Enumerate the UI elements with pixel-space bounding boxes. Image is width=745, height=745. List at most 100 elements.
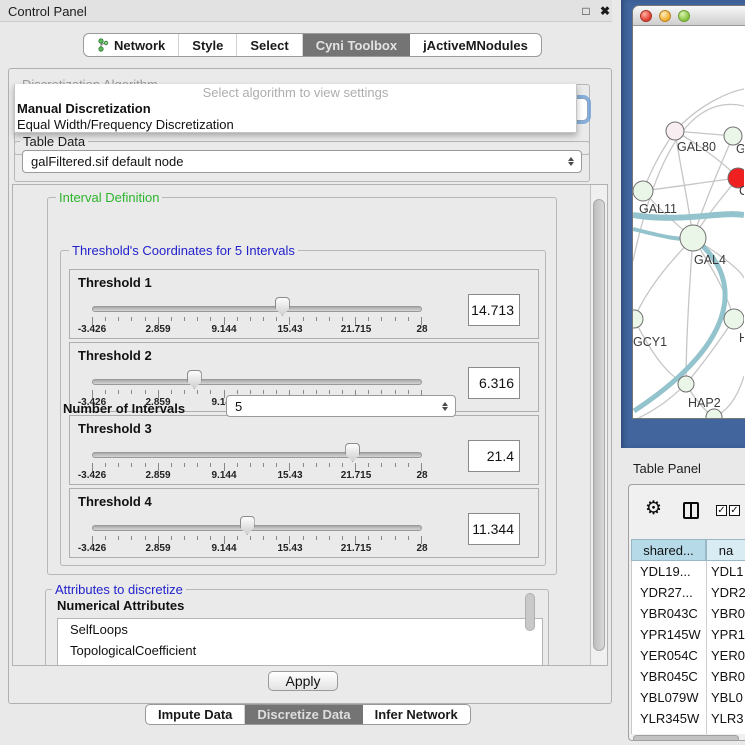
table-cell[interactable]: YER0: [707, 645, 745, 666]
threshold-slider-track[interactable]: [92, 379, 422, 385]
table-header-row: shared...na: [631, 539, 745, 561]
column-header-shared-[interactable]: shared...: [631, 539, 706, 561]
tab-label: jActiveMNodules: [423, 38, 528, 53]
table-row[interactable]: YDR27...YDR2: [632, 582, 745, 603]
threshold-value-box[interactable]: 11.344: [468, 513, 520, 545]
table-cell[interactable]: YBL0: [707, 687, 743, 708]
slider-thumb-icon[interactable]: [345, 443, 360, 462]
slider-thumb-icon[interactable]: [240, 516, 255, 535]
network-canvas[interactable]: GAL80GCGAL11GAL4GCY1HHAP2: [633, 26, 744, 418]
tick-label: 15.43: [277, 470, 302, 481]
network-window-titlebar[interactable]: [633, 6, 745, 26]
table-cell[interactable]: YDL19...: [632, 561, 707, 582]
attributes-to-discretize-group: Attributes to discretize Numerical Attri…: [45, 589, 549, 666]
table-cell[interactable]: YBR0: [707, 666, 745, 687]
tick-label: 2.859: [145, 324, 170, 335]
tab-network[interactable]: Network: [84, 34, 179, 56]
tab-style[interactable]: Style: [179, 34, 237, 56]
network-icon: [97, 38, 109, 52]
table-cell[interactable]: YBR045C: [632, 666, 707, 687]
number-of-intervals-combobox[interactable]: 5: [226, 395, 456, 417]
network-node-gal11[interactable]: [633, 181, 653, 201]
table-cell[interactable]: YIL0: [707, 729, 738, 734]
table-hscrollbar-track[interactable]: [631, 735, 744, 741]
table-row[interactable]: YER054CYER0: [632, 645, 745, 666]
list-item-selfloops[interactable]: SelfLoops: [58, 619, 542, 640]
columns-icon[interactable]: [683, 502, 699, 519]
checkbox-icon[interactable]: ✓: [729, 505, 740, 516]
table-row[interactable]: YBL079WYBL0: [632, 687, 745, 708]
bottom-tab-bar: Impute DataDiscretize DataInfer Network: [145, 704, 471, 725]
list-item-betweennesscentrality[interactable]: BetweennessCentrality: [58, 661, 542, 666]
minimize-traffic-light-icon[interactable]: [659, 10, 671, 22]
close-traffic-light-icon[interactable]: [640, 10, 652, 22]
attributes-to-discretize-label: Attributes to discretize: [52, 582, 186, 597]
slider-thumb-icon[interactable]: [275, 297, 290, 316]
table-row[interactable]: YBR043CYBR0: [632, 603, 745, 624]
tick-label: 2.859: [145, 543, 170, 554]
dropdown-option-manual-discretization[interactable]: Manual Discretization: [15, 101, 576, 117]
tab-discretize-data[interactable]: Discretize Data: [245, 705, 362, 724]
threshold-panel-1: Threshold 1-3.4262.8599.14415.4321.71528…: [69, 269, 539, 339]
number-of-intervals-label: Number of Intervals: [63, 401, 185, 416]
apply-button[interactable]: Apply: [268, 671, 338, 691]
table-cell[interactable]: YDR2: [707, 582, 745, 603]
settings-scrollbar-track[interactable]: [590, 185, 607, 665]
numerical-attributes-label: Numerical Attributes: [57, 598, 184, 613]
table-cell[interactable]: YDR27...: [632, 582, 707, 603]
gear-icon[interactable]: ⚙: [645, 497, 662, 520]
table-cell[interactable]: YBL079W: [632, 687, 707, 708]
table-cell[interactable]: YLR345W: [632, 708, 707, 729]
network-node-gal4[interactable]: [680, 225, 706, 251]
settings-scrollbar-thumb[interactable]: [593, 199, 605, 651]
tab-label: Network: [114, 38, 165, 53]
slider-thumb-icon[interactable]: [187, 370, 202, 389]
table-cell[interactable]: YPR145W: [632, 624, 707, 645]
list-item-topologicalcoefficient[interactable]: TopologicalCoefficient: [58, 640, 542, 661]
table-data-combobox[interactable]: galFiltered.sif default node: [22, 150, 582, 173]
table-cell[interactable]: YDL1: [707, 561, 744, 582]
table-cell[interactable]: YIL052C: [632, 729, 707, 734]
table-row[interactable]: YBR045CYBR0: [632, 666, 745, 687]
table-row[interactable]: YIL052CYIL0: [632, 729, 745, 734]
table-cell[interactable]: YPR1: [707, 624, 745, 645]
attributes-list-scrollbar[interactable]: [525, 593, 535, 631]
network-graph: GAL80GCGAL11GAL4GCY1HHAP2: [633, 26, 744, 418]
float-window-icon[interactable]: □: [578, 3, 594, 19]
network-view-window[interactable]: GAL80GCGAL11GAL4GCY1HHAP2: [632, 5, 745, 419]
tab-impute-data[interactable]: Impute Data: [146, 705, 245, 724]
threshold-value-box[interactable]: 6.316: [468, 367, 520, 399]
close-icon[interactable]: ✖: [597, 3, 613, 19]
table-cell[interactable]: YER054C: [632, 645, 707, 666]
threshold-slider-track[interactable]: [92, 525, 422, 531]
tab-cyni-toolbox[interactable]: Cyni Toolbox: [303, 34, 410, 56]
network-node[interactable]: [706, 409, 722, 418]
table-hscrollbar-thumb[interactable]: [633, 735, 739, 741]
column-header-na[interactable]: na: [706, 539, 745, 561]
zoom-traffic-light-icon[interactable]: [678, 10, 690, 22]
threshold-value-box[interactable]: 21.4: [468, 440, 520, 472]
dropdown-option-equal-width-frequency[interactable]: Equal Width/Frequency Discretization: [15, 117, 576, 133]
network-node-hap2[interactable]: [678, 376, 694, 392]
numerical-attributes-list[interactable]: SelfLoopsTopologicalCoefficientBetweenne…: [57, 618, 543, 666]
checkbox-icon[interactable]: ✓: [716, 505, 727, 516]
network-node-gcy1[interactable]: [633, 310, 643, 328]
threshold-slider-track[interactable]: [92, 306, 422, 312]
threshold-value-box[interactable]: 14.713: [468, 294, 520, 326]
table-row[interactable]: YPR145WYPR1: [632, 624, 745, 645]
table-cell[interactable]: YLR3: [707, 708, 744, 729]
table-cell[interactable]: YBR0: [707, 603, 745, 624]
control-panel-titlebar: Control Panel □ ✖: [0, 0, 620, 22]
tab-select[interactable]: Select: [237, 34, 302, 56]
table-row[interactable]: YLR345WYLR3: [632, 708, 745, 729]
tick-label: -3.426: [78, 324, 106, 335]
tick-label: 28: [416, 470, 427, 481]
threshold-slider-track[interactable]: [92, 452, 422, 458]
tab-infer-network[interactable]: Infer Network: [363, 705, 470, 724]
table-row[interactable]: YDL19...YDL1: [632, 561, 745, 582]
tick-label: 2.859: [145, 470, 170, 481]
network-node-h[interactable]: [724, 309, 744, 329]
tab-jactivemnodules[interactable]: jActiveMNodules: [410, 34, 541, 56]
table-cell[interactable]: YBR043C: [632, 603, 707, 624]
network-node-gal80[interactable]: [666, 122, 684, 140]
